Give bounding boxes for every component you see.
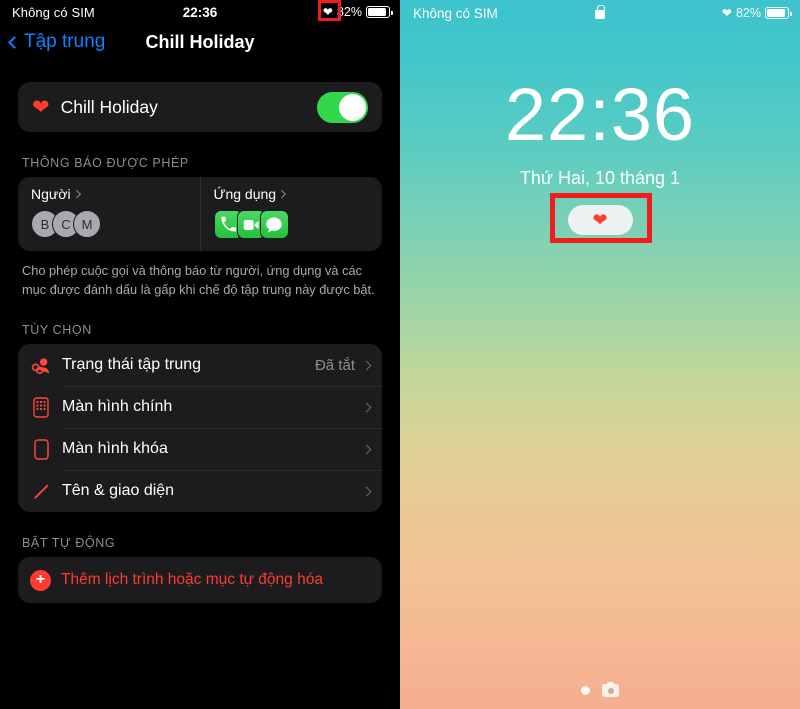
settings-content: ❤ Chill Holiday THÔNG BÁO ĐƯỢC PHÉP Ngườ…: [0, 82, 400, 604]
lock-bottom-bar: [400, 681, 800, 697]
chevron-right-icon: [361, 444, 372, 455]
options-header: TÙY CHỌN: [22, 323, 92, 338]
lock-date: Thứ Hai, 10 tháng 1: [519, 168, 681, 188]
focus-name-label: Chill Holiday: [60, 96, 158, 117]
battery-percent-label: 82%: [336, 5, 362, 19]
allowed-description: Cho phép cuộc gọi và thông báo từ người,…: [22, 263, 375, 297]
heart-icon: ❤: [322, 5, 333, 19]
battery-icon: [765, 7, 792, 19]
status-right-group: ❤ 82%: [322, 0, 393, 24]
plus-circle-icon: +: [30, 569, 51, 591]
camera-icon[interactable]: [602, 681, 619, 697]
focus-toggle-card[interactable]: ❤ Chill Holiday: [18, 82, 382, 132]
lock-clock: 22:36: [504, 73, 696, 156]
lock-screen-panel: Không có SIM ❤ 82% 22:36 Thứ Hai, 10 thá…: [400, 0, 800, 709]
focus-enable-toggle[interactable]: [317, 91, 368, 123]
allowed-notifications-card: Người B C M Ứng dụng: [18, 177, 382, 251]
back-button-label: Tập trung: [24, 31, 106, 52]
row-label: Màn hình khóa: [62, 440, 168, 458]
screenshot-root: Không có SIM 22:36 ❤ 82% Tập trung Chill…: [0, 0, 800, 709]
row-label: Màn hình chính: [62, 398, 173, 416]
add-automation-label: Thêm lịch trình hoặc mục tự động hóa: [61, 571, 323, 589]
people-column-title: Người: [31, 186, 200, 202]
row-focus-status[interactable]: Trạng thái tập trung Đã tắt: [18, 344, 382, 386]
focus-settings-panel: Không có SIM 22:36 ❤ 82% Tập trung Chill…: [0, 0, 400, 709]
chevron-left-icon: [8, 35, 21, 49]
lock-status-bar: Không có SIM ❤ 82%: [400, 0, 800, 26]
status-bar: Không có SIM 22:36 ❤ 82%: [0, 0, 400, 24]
chevron-right-icon: [361, 360, 372, 371]
focus-pill-wrapper: ❤: [400, 205, 800, 235]
row-value: Đã tắt: [314, 356, 355, 374]
allowed-notifications-header: THÔNG BÁO ĐƯỢC PHÉP: [22, 156, 189, 170]
focus-status-icon: [30, 354, 52, 376]
row-label: Tên & giao diện: [62, 482, 175, 500]
home-screen-icon: [30, 396, 52, 418]
heart-icon: ❤: [721, 6, 732, 20]
focus-status-pill[interactable]: ❤: [567, 205, 633, 235]
people-column[interactable]: Người B C M: [18, 177, 200, 251]
add-automation-button[interactable]: + Thêm lịch trình hoặc mục tự động hóa: [18, 557, 382, 604]
apps-column[interactable]: Ứng dụng: [199, 177, 383, 251]
chevron-right-icon: [72, 190, 81, 198]
toggle-knob: [339, 93, 366, 121]
row-label: Trạng thái tập trung: [62, 356, 202, 374]
messages-icon: [259, 210, 289, 239]
back-button[interactable]: Tập trung: [8, 31, 106, 53]
automation-header: BẬT TỰ ĐỘNG: [22, 536, 116, 551]
navigation-bar: Tập trung Chill Holiday: [0, 24, 400, 60]
heart-icon: ❤: [32, 95, 50, 119]
chevron-right-icon: [361, 486, 372, 497]
battery-icon: [366, 6, 393, 18]
chevron-right-icon: [277, 190, 286, 198]
lock-status-right-group: ❤ 82%: [721, 0, 792, 26]
heart-icon: ❤: [592, 210, 608, 230]
chevron-right-icon: [361, 402, 372, 413]
battery-percent-label: 82%: [735, 6, 761, 20]
row-lock-screen[interactable]: Màn hình khóa: [18, 428, 382, 470]
avatar: M: [73, 210, 101, 238]
row-name-appearance[interactable]: Tên & giao diện: [18, 470, 382, 512]
pencil-icon: [30, 480, 52, 502]
allowed-app-icons: [213, 210, 383, 239]
row-home-screen[interactable]: Màn hình chính: [18, 386, 382, 428]
apps-column-title: Ứng dụng: [214, 186, 383, 202]
lock-screen-icon: [30, 438, 52, 460]
options-list: Trạng thái tập trung Đã tắt Màn hình chí…: [18, 344, 382, 513]
page-indicator-dot: [581, 686, 590, 695]
people-avatars: B C M: [31, 210, 200, 238]
